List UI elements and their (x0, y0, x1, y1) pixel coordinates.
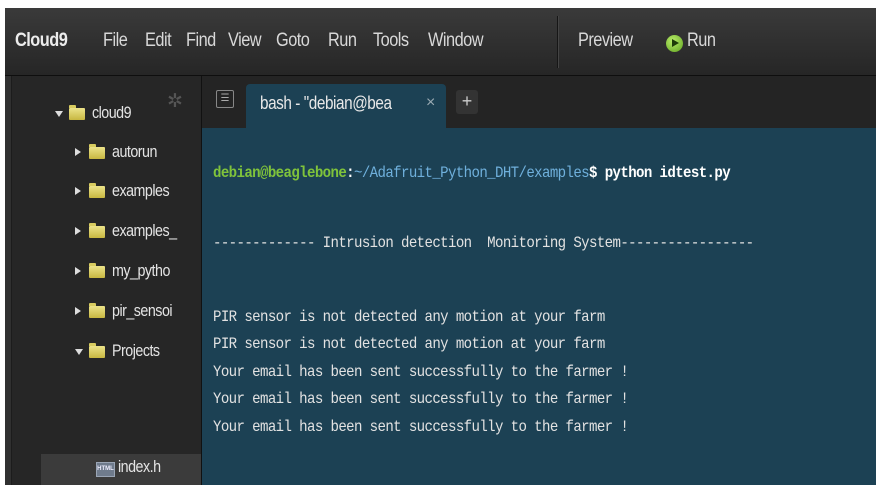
chevron-right-icon[interactable] (75, 227, 81, 235)
folder-icon (89, 144, 105, 159)
tree-item-label: my_pytho (112, 261, 170, 280)
prompt-dollar: $ (589, 164, 597, 182)
menu-find[interactable]: Find (186, 30, 216, 52)
add-tab-button[interactable]: + (456, 90, 478, 114)
chevron-down-icon[interactable] (75, 349, 83, 355)
prompt-command: python idtest.py (596, 164, 731, 182)
cloud9-ide-window: Cloud9 File Edit Find View Goto Run Tool… (5, 8, 876, 485)
menu-cloud9[interactable]: Cloud9 (15, 30, 68, 52)
chevron-down-icon[interactable] (55, 111, 63, 117)
file-tree-panel: ✲ cloud9 autorun examples examples_ my_p… (5, 76, 202, 485)
chevron-right-icon[interactable] (75, 267, 81, 275)
chevron-right-icon[interactable] (75, 148, 81, 156)
preview-button[interactable]: Preview (578, 30, 633, 52)
terminal-line: ------------- Intrusion detection Monito… (213, 234, 754, 252)
terminal-line: PIR sensor is not detected any motion at… (213, 308, 605, 326)
run-play-icon[interactable] (666, 35, 683, 52)
close-icon[interactable]: × (426, 94, 435, 112)
chevron-right-icon[interactable] (75, 307, 81, 315)
menu-view[interactable]: View (228, 30, 262, 52)
folder-icon (89, 183, 105, 198)
terminal-prompt-line: debian@beaglebone:~/Adafruit_Python_DHT/… (213, 164, 731, 182)
tree-item-label: examples (112, 181, 170, 200)
folder-icon (89, 263, 105, 278)
menu-file[interactable]: File (103, 30, 128, 52)
tree-item-label: pir_sensoi (112, 301, 173, 320)
sidebar-edge-strip (5, 76, 12, 485)
tree-item-label: examples_ (112, 221, 177, 240)
tab-bash-terminal[interactable]: bash - "debian@bea × (246, 84, 446, 128)
terminal-line: Your email has been sent successfully to… (213, 418, 629, 436)
tree-item-label: Projects (112, 341, 160, 360)
tab-bar: ☰ bash - "debian@bea × + (202, 76, 876, 128)
menu-goto[interactable]: Goto (276, 30, 310, 52)
menu-run[interactable]: Run (328, 30, 357, 52)
tree-item-label: index.h (118, 457, 161, 476)
folder-icon (89, 343, 105, 358)
folder-icon (69, 105, 85, 120)
tree-item-label: cloud9 (92, 103, 132, 122)
gear-icon[interactable]: ✲ (167, 90, 183, 113)
run-button[interactable]: Run (687, 30, 716, 52)
prompt-path: ~/Adafruit_Python_DHT/examples (354, 164, 590, 182)
html-file-icon: HTML (96, 462, 115, 477)
terminal-output[interactable]: debian@beaglebone:~/Adafruit_Python_DHT/… (202, 128, 876, 485)
tree-item-label: autorun (112, 142, 157, 161)
menu-bar: Cloud9 File Edit Find View Goto Run Tool… (5, 8, 876, 76)
menu-tools[interactable]: Tools (373, 30, 409, 52)
menu-edit[interactable]: Edit (145, 30, 172, 52)
tree-item-selected[interactable]: HTML index.h (41, 454, 201, 485)
menu-window[interactable]: Window (428, 30, 484, 52)
folder-icon (89, 303, 105, 318)
terminal-line: PIR sensor is not detected any motion at… (213, 335, 605, 353)
terminal-line: Your email has been sent successfully to… (213, 390, 629, 408)
tab-label: bash - "debian@bea (260, 93, 392, 113)
tab-menu-icon[interactable]: ☰ (216, 90, 234, 108)
chevron-right-icon[interactable] (75, 187, 81, 195)
prompt-user: debian@beaglebone (213, 164, 347, 182)
folder-icon (89, 223, 105, 238)
terminal-line: Your email has been sent successfully to… (213, 363, 629, 381)
menu-separator (557, 16, 559, 68)
